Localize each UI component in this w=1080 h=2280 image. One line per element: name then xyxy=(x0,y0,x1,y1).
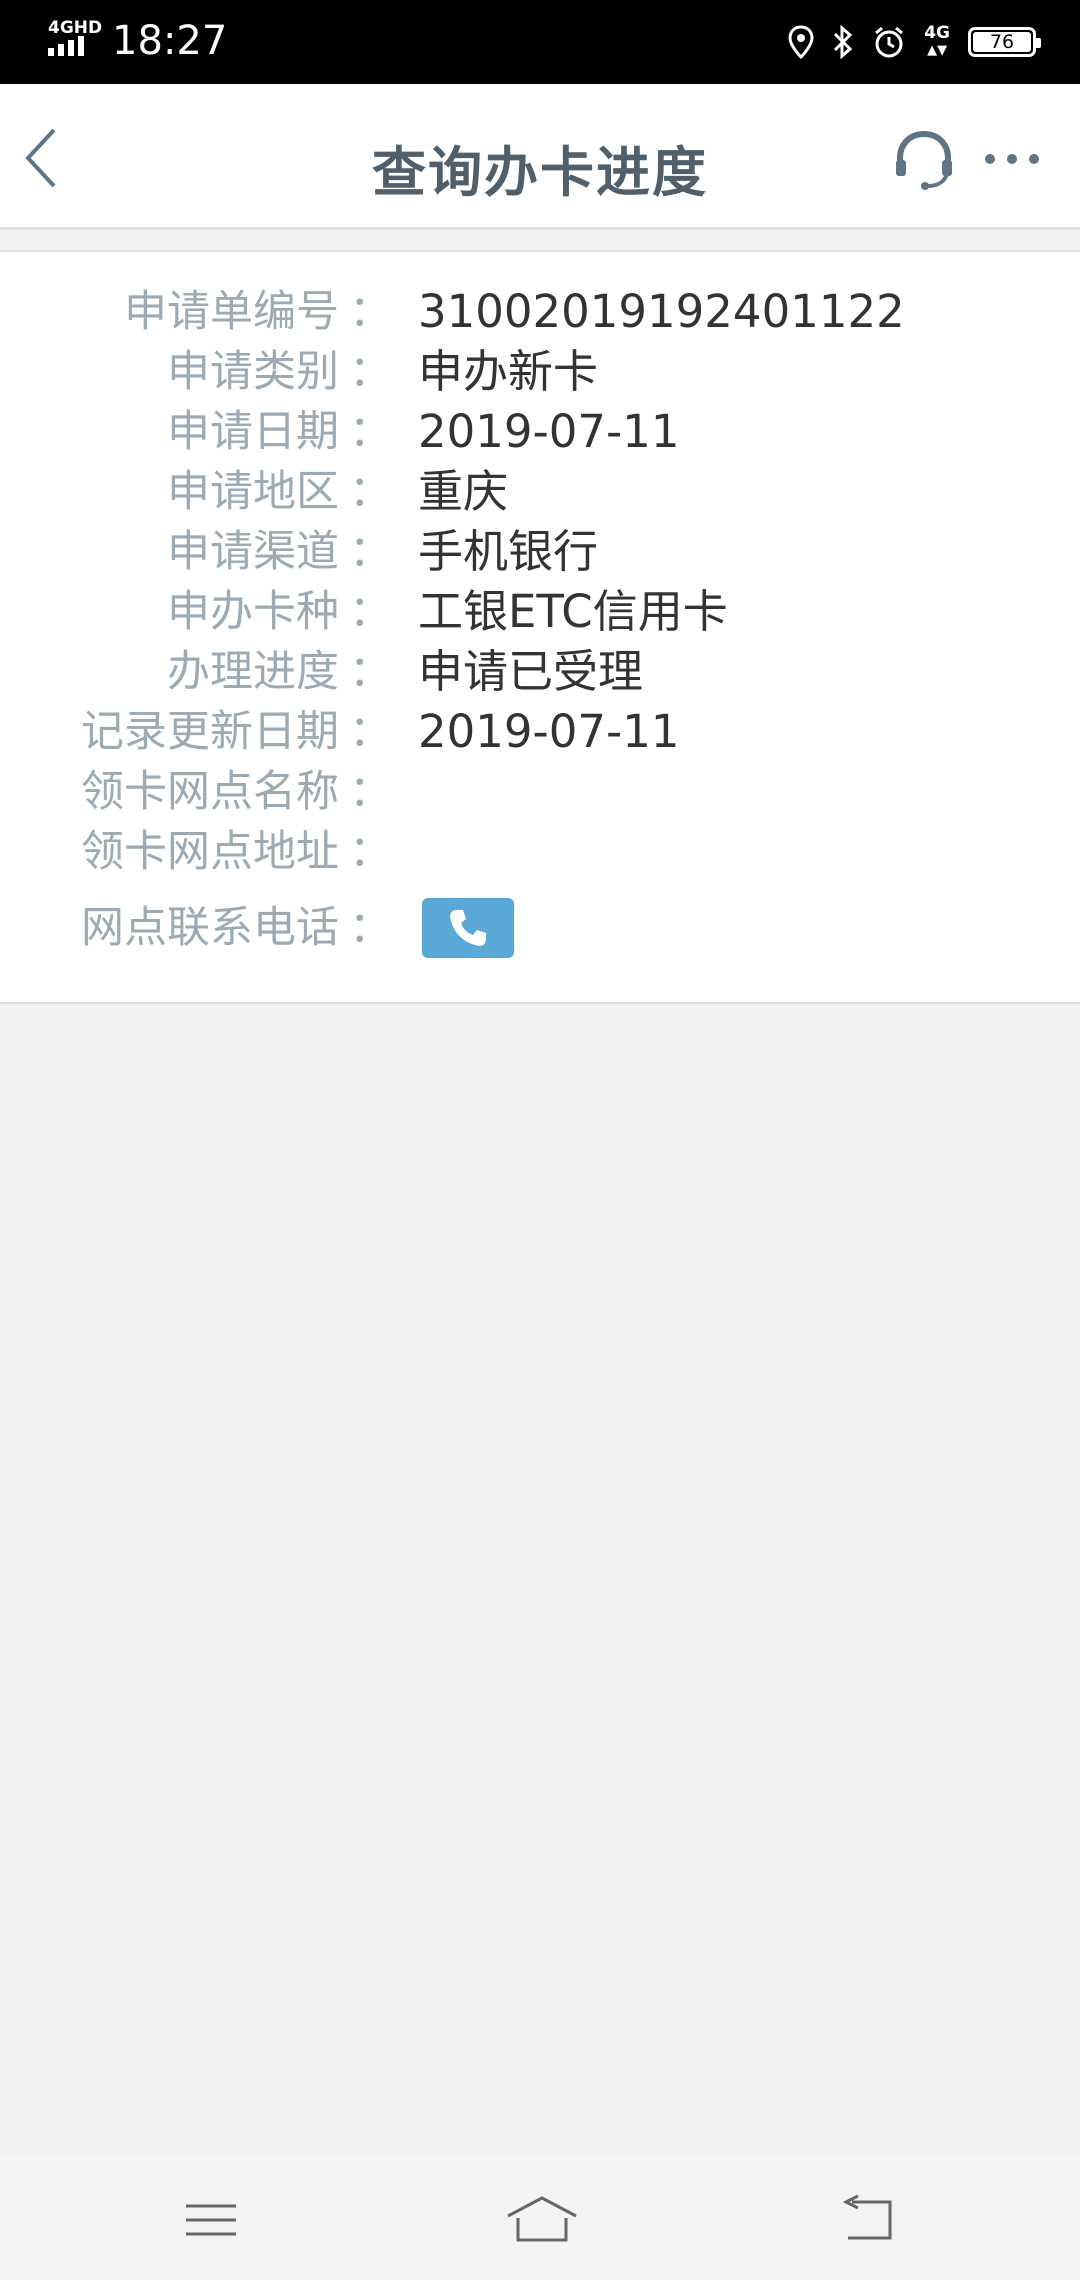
detail-row-record-update-date: 记录更新日期： 2019-07-11 xyxy=(0,702,1080,762)
customer-service-button[interactable] xyxy=(892,128,956,192)
detail-label: 申请类别： xyxy=(167,347,392,397)
detail-label: 申请日期： xyxy=(167,407,392,457)
detail-row-branch-name: 领卡网点名称： xyxy=(0,762,1080,822)
phone-icon xyxy=(450,910,486,946)
detail-row-application-number: 申请单编号： 31002019192401122 xyxy=(0,282,1080,342)
alarm-icon xyxy=(875,26,904,58)
system-nav-bar xyxy=(0,2154,1080,2280)
status-left: 4GHD 18:27 xyxy=(48,0,248,84)
back-icon xyxy=(842,2194,892,2240)
detail-row-application-type: 申请类别： 申办新卡 xyxy=(0,342,1080,402)
detail-value: 重庆 xyxy=(418,465,509,518)
battery-icon: 76 xyxy=(968,27,1041,57)
detail-value: 31002019192401122 xyxy=(418,285,905,338)
detail-value: 工银ETC信用卡 xyxy=(418,585,728,638)
status-bar: 4GHD 18:27 4G ▲▼ 76 xyxy=(0,0,1080,84)
nav-home-button[interactable] xyxy=(504,2192,577,2248)
detail-label: 申请渠道： xyxy=(167,527,392,577)
nav-menu-button[interactable] xyxy=(176,2192,246,2248)
nav-back-button[interactable] xyxy=(834,2192,904,2248)
detail-value: 申请已受理 xyxy=(418,645,644,698)
detail-value: 2019-07-11 xyxy=(418,705,680,758)
call-branch-button[interactable] xyxy=(422,898,514,958)
detail-row-card-type: 申办卡种： 工银ETC信用卡 xyxy=(0,582,1080,642)
status-right: 4G ▲▼ 76 xyxy=(788,0,1041,84)
detail-label: 领卡网点地址： xyxy=(81,827,392,877)
more-dots-icon xyxy=(985,154,1039,164)
menu-icon xyxy=(186,2204,236,2236)
detail-label: 申办卡种： xyxy=(167,587,392,637)
detail-row-branch-address: 领卡网点地址： xyxy=(0,822,1080,882)
detail-label: 申请单编号： xyxy=(124,287,392,337)
signal-icon xyxy=(48,36,84,56)
detail-row-progress: 办理进度： 申请已受理 xyxy=(0,642,1080,702)
headset-icon xyxy=(896,130,952,190)
detail-label: 领卡网点名称： xyxy=(81,767,392,817)
network-type-label-right: 4G ▲▼ xyxy=(924,23,950,58)
bluetooth-icon xyxy=(834,25,853,59)
application-progress-card: 申请单编号： 31002019192401122 申请类别： 申办新卡 申请日期… xyxy=(0,250,1080,1004)
detail-label: 办理进度： xyxy=(167,647,392,697)
detail-value: 2019-07-11 xyxy=(418,405,680,458)
detail-row-application-region: 申请地区： 重庆 xyxy=(0,462,1080,522)
detail-label: 申请地区： xyxy=(167,467,392,517)
location-icon xyxy=(788,25,814,59)
detail-value: 手机银行 xyxy=(418,525,599,578)
detail-row-branch-phone: 网点联系电话： xyxy=(0,898,1080,958)
detail-label: 记录更新日期： xyxy=(81,707,392,757)
detail-label: 网点联系电话： xyxy=(81,903,392,953)
detail-value: 申办新卡 xyxy=(418,345,599,398)
home-icon xyxy=(507,2196,577,2242)
more-button[interactable] xyxy=(982,144,1042,174)
detail-row-application-channel: 申请渠道： 手机银行 xyxy=(0,522,1080,582)
battery-level: 76 xyxy=(989,31,1015,53)
detail-row-application-date: 申请日期： 2019-07-11 xyxy=(0,402,1080,462)
network-type-label: 4GHD xyxy=(48,18,103,38)
app-header: 查询办卡进度 xyxy=(0,84,1080,230)
status-time: 18:27 xyxy=(112,18,228,64)
